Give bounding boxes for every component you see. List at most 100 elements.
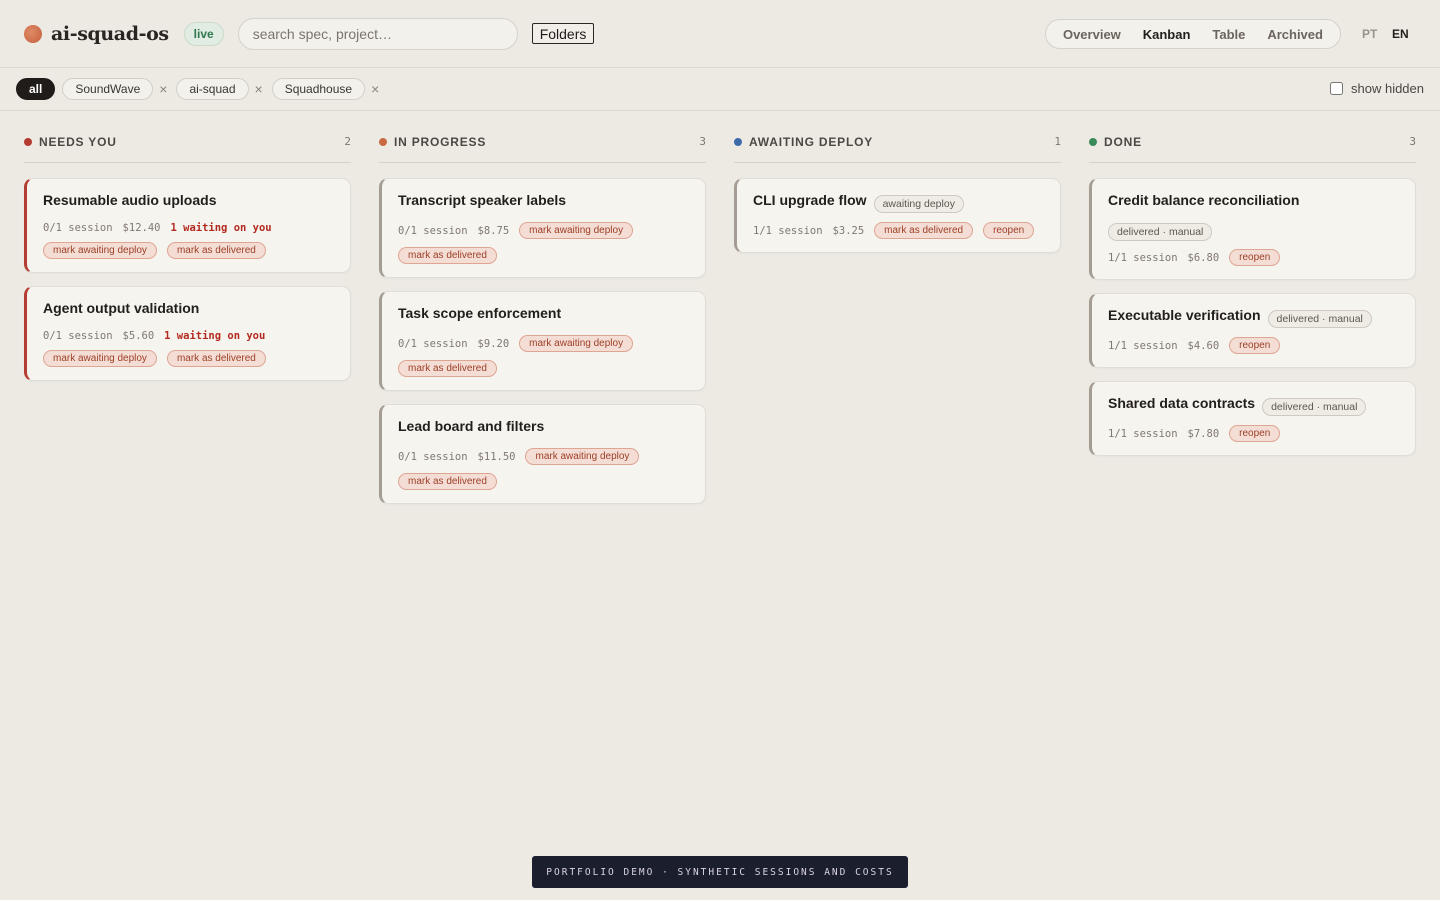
column-count: 2: [344, 135, 351, 148]
remove-squadhouse-icon[interactable]: ×: [371, 81, 379, 97]
cost-value: $11.50: [477, 450, 516, 463]
mark-as-delivered-button[interactable]: mark as delivered: [398, 360, 497, 377]
demo-footer-badge: PORTFOLIO DEMO · SYNTHETIC SESSIONS AND …: [532, 856, 908, 888]
session-count: 0/1 session: [398, 450, 468, 463]
card-meta: 0/1 session $12.40 1 waiting on you: [43, 222, 334, 234]
show-hidden-toggle[interactable]: show hidden: [1330, 81, 1424, 96]
show-hidden-checkbox[interactable]: [1330, 82, 1343, 95]
status-tag: delivered · manual: [1108, 223, 1213, 241]
card-title[interactable]: Task scope enforcement: [398, 305, 561, 321]
cost-value: $12.40: [122, 222, 161, 234]
session-count: 1/1 session: [1108, 427, 1178, 440]
column-count: 3: [1409, 135, 1416, 148]
status-tag: delivered · manual: [1262, 398, 1367, 416]
filter-chip-soundwave[interactable]: SoundWave: [62, 78, 154, 100]
task-card[interactable]: Transcript speaker labels 0/1 session $8…: [379, 178, 706, 278]
waiting-indicator: 1 waiting on you: [164, 330, 266, 342]
session-count: 1/1 session: [1108, 339, 1178, 352]
card-meta: 0/1 session $8.75 mark awaiting deploy: [398, 222, 689, 239]
reopen-button[interactable]: reopen: [1229, 249, 1281, 266]
cost-value: $9.20: [477, 337, 510, 350]
column-needs-you: NEEDS YOU 2 Resumable audio uploads 0/1 …: [24, 111, 351, 517]
column-header: DONE 3: [1089, 111, 1416, 163]
card-title[interactable]: Executable verification: [1108, 307, 1261, 323]
reopen-button[interactable]: reopen: [983, 222, 1035, 239]
search-input[interactable]: [237, 17, 518, 50]
session-count: 0/1 session: [43, 330, 113, 342]
reopen-button[interactable]: reopen: [1229, 425, 1281, 442]
column-count: 3: [699, 135, 706, 148]
session-count: 1/1 session: [1108, 251, 1178, 264]
filter-chip-all[interactable]: all: [16, 78, 56, 100]
mark-as-delivered-button[interactable]: mark as delivered: [166, 242, 266, 259]
mark-awaiting-deploy-button[interactable]: mark awaiting deploy: [519, 335, 634, 352]
card-title[interactable]: Shared data contracts: [1108, 395, 1255, 411]
folders-button[interactable]: Folders: [531, 23, 595, 44]
column-header: AWAITING DEPLOY 1: [734, 111, 1061, 163]
live-badge: live: [183, 21, 224, 46]
lang-en-button[interactable]: EN: [1392, 27, 1409, 41]
column-awaiting-deploy: AWAITING DEPLOY 1 CLI upgrade flow await…: [734, 111, 1061, 517]
mark-as-delivered-button[interactable]: mark as delivered: [398, 473, 497, 490]
tab-kanban[interactable]: Kanban: [1143, 27, 1191, 42]
logo-icon: [24, 24, 42, 43]
top-bar: ai-squad-os live Folders Overview Kanban…: [0, 0, 1440, 68]
mark-awaiting-deploy-button[interactable]: mark awaiting deploy: [43, 350, 157, 367]
task-card[interactable]: Task scope enforcement 0/1 session $9.20…: [379, 291, 706, 391]
card-title[interactable]: Agent output validation: [43, 300, 199, 316]
card-meta: 0/1 session $9.20 mark awaiting deploy: [398, 335, 689, 352]
tab-overview[interactable]: Overview: [1063, 27, 1121, 42]
mark-awaiting-deploy-button[interactable]: mark awaiting deploy: [525, 448, 640, 465]
cost-value: $6.80: [1187, 251, 1220, 264]
column-count: 1: [1054, 135, 1061, 148]
waiting-indicator: 1 waiting on you: [170, 222, 272, 234]
task-card[interactable]: Agent output validation 0/1 session $5.6…: [24, 286, 351, 381]
status-dot-icon: [1089, 137, 1097, 146]
cost-value: $5.60: [122, 330, 155, 342]
card-meta: 1/1 session $7.80 reopen: [1108, 425, 1399, 442]
view-switcher: Overview Kanban Table Archived: [1045, 19, 1341, 49]
mark-as-delivered-button[interactable]: mark as delivered: [874, 222, 974, 239]
column-title: DONE: [1104, 134, 1142, 149]
session-count: 0/1 session: [43, 222, 113, 234]
card-title[interactable]: Transcript speaker labels: [398, 192, 566, 208]
status-dot-icon: [379, 137, 387, 146]
task-card[interactable]: Executable verification delivered · manu…: [1089, 293, 1416, 368]
remove-ai-squad-icon[interactable]: ×: [255, 81, 263, 97]
cost-value: $7.80: [1187, 427, 1220, 440]
card-title[interactable]: Credit balance reconciliation: [1108, 192, 1299, 208]
task-card[interactable]: Shared data contracts delivered · manual…: [1089, 381, 1416, 456]
filter-chip-squadhouse[interactable]: Squadhouse: [271, 78, 366, 100]
mark-as-delivered-button[interactable]: mark as delivered: [166, 350, 266, 367]
column-done: DONE 3 Credit balance reconciliation del…: [1089, 111, 1416, 517]
tab-table[interactable]: Table: [1212, 27, 1245, 42]
remove-soundwave-icon[interactable]: ×: [159, 81, 167, 97]
session-count: 0/1 session: [398, 224, 468, 237]
lang-pt-button[interactable]: PT: [1362, 27, 1377, 41]
mark-awaiting-deploy-button[interactable]: mark awaiting deploy: [519, 222, 634, 239]
column-in-progress: IN PROGRESS 3 Transcript speaker labels …: [379, 111, 706, 517]
status-tag: delivered · manual: [1267, 310, 1372, 328]
cost-value: $3.25: [832, 224, 865, 237]
task-card[interactable]: Resumable audio uploads 0/1 session $12.…: [24, 178, 351, 273]
app-name: ai-squad-os: [51, 22, 169, 45]
status-tag: awaiting deploy: [873, 195, 964, 213]
card-title[interactable]: Lead board and filters: [398, 418, 544, 434]
reopen-button[interactable]: reopen: [1229, 337, 1281, 354]
tab-archived[interactable]: Archived: [1267, 27, 1323, 42]
card-title[interactable]: CLI upgrade flow: [753, 192, 867, 208]
task-card[interactable]: Lead board and filters 0/1 session $11.5…: [379, 404, 706, 504]
mark-as-delivered-button[interactable]: mark as delivered: [398, 247, 497, 264]
session-count: 0/1 session: [398, 337, 468, 350]
card-title[interactable]: Resumable audio uploads: [43, 192, 216, 208]
filter-chip-ai-squad[interactable]: ai-squad: [176, 78, 249, 100]
card-meta: 0/1 session $11.50 mark awaiting deploy: [398, 448, 689, 465]
task-card[interactable]: CLI upgrade flow awaiting deploy 1/1 ses…: [734, 178, 1061, 253]
column-title: AWAITING DEPLOY: [749, 134, 874, 149]
mark-awaiting-deploy-button[interactable]: mark awaiting deploy: [43, 242, 157, 259]
card-meta: 1/1 session $4.60 reopen: [1108, 337, 1399, 354]
column-header: IN PROGRESS 3: [379, 111, 706, 163]
column-title: IN PROGRESS: [394, 134, 487, 149]
cost-value: $4.60: [1187, 339, 1220, 352]
task-card[interactable]: Credit balance reconciliation delivered …: [1089, 178, 1416, 280]
